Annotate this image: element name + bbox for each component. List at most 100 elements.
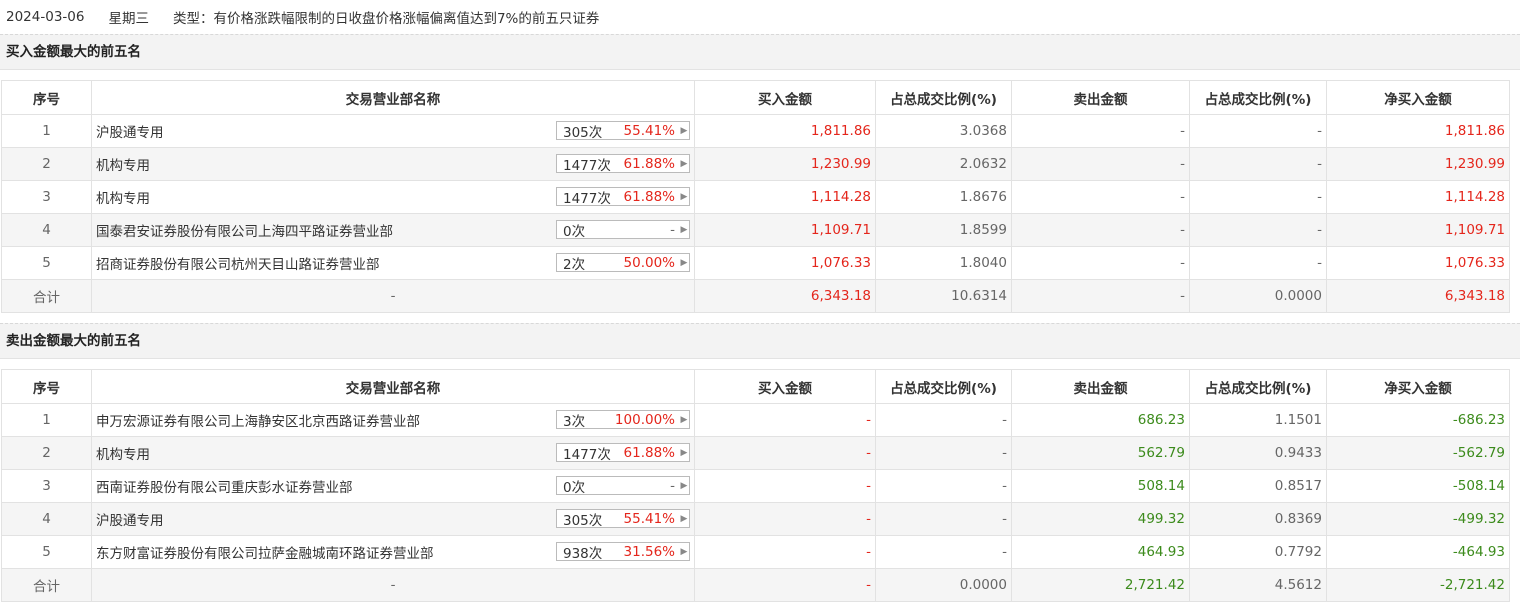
branch-stats-badge[interactable]: 1477次 61.88% ▶ xyxy=(556,443,690,463)
branch-name-link[interactable]: 机构专用 xyxy=(96,158,150,174)
list-type-label: 类型：有价格涨跌幅限制的日收盘价格涨幅偏离值达到7%的前五只证券 xyxy=(172,11,600,27)
branch-name-cell: 西南证券股份有限公司重庆彭水证券营业部 0次 - ▶ xyxy=(91,469,695,503)
chevron-right-icon: ▶ xyxy=(680,480,688,491)
sell-amount: - xyxy=(1011,114,1190,148)
buy-ratio: - xyxy=(875,403,1012,437)
appearance-count: 3次 xyxy=(563,413,586,430)
branch-stats-badge[interactable]: 1477次 61.88% ▶ xyxy=(556,187,690,207)
net-buy-amount: 1,114.28 xyxy=(1326,180,1510,214)
appearance-count: 305次 xyxy=(563,124,603,141)
chevron-right-icon: ▶ xyxy=(680,414,688,425)
table-row: 4 沪股通专用 305次 55.41% ▶ - -499.32 0.8369 -499.32 xyxy=(1,502,1510,536)
total-row: 合计 -6,343.18 10.6314-0.0000 6,343.18 xyxy=(1,279,1510,313)
row-index: 1 xyxy=(1,403,92,437)
total-sell-ratio: 4.5612 xyxy=(1189,568,1327,602)
buy-amount: - xyxy=(694,535,876,569)
row-index: 4 xyxy=(1,213,92,247)
sell-amount: 499.32 xyxy=(1011,502,1190,536)
col-buy-amount: 买入金额 xyxy=(694,80,876,115)
appearance-count: 2次 xyxy=(563,256,586,273)
buy-ratio: 1.8676 xyxy=(875,180,1012,214)
branch-stats-badge[interactable]: 0次 - ▶ xyxy=(556,476,690,496)
branch-name-link[interactable]: 西南证券股份有限公司重庆彭水证券营业部 xyxy=(96,480,353,496)
branch-stats-badge[interactable]: 1477次 61.88% ▶ xyxy=(556,154,690,174)
table-row: 1 沪股通专用 305次 55.41% ▶ 1,811.86 3.0368- -1,811.8… xyxy=(1,114,1510,148)
col-branch-name: 交易营业部名称 xyxy=(91,80,695,115)
branch-name-link[interactable]: 东方财富证券股份有限公司拉萨金融城南环路证券营业部 xyxy=(96,546,434,562)
col-net-buy: 净买入金额 xyxy=(1326,80,1510,115)
table-row: 3 西南证券股份有限公司重庆彭水证券营业部 0次 - ▶ - -508.14 0.8517 -5… xyxy=(1,469,1510,503)
branch-stats-badge[interactable]: 305次 55.41% ▶ xyxy=(556,509,690,529)
chevron-right-icon: ▶ xyxy=(680,447,688,458)
appearance-count: 305次 xyxy=(563,512,603,529)
appearance-count: 938次 xyxy=(563,545,603,562)
sell-amount: - xyxy=(1011,213,1190,247)
win-rate: 31.56% xyxy=(623,543,675,560)
buy-ratio: - xyxy=(875,469,1012,503)
win-rate: 55.41% xyxy=(623,122,675,139)
col-net-buy: 净买入金额 xyxy=(1326,369,1510,404)
row-index: 4 xyxy=(1,502,92,536)
win-rate: 100.00% xyxy=(614,411,675,428)
table-row: 3 机构专用 1477次 61.88% ▶ 1,114.28 1.8676- -1,114.2… xyxy=(1,180,1510,214)
net-buy-amount: -499.32 xyxy=(1326,502,1510,536)
buy-amount: - xyxy=(694,436,876,470)
branch-name-link[interactable]: 机构专用 xyxy=(96,191,150,207)
total-name: - xyxy=(91,568,695,602)
branch-stats-badge[interactable]: 0次 - ▶ xyxy=(556,220,690,240)
buy-ratio: - xyxy=(875,436,1012,470)
buy-amount: - xyxy=(694,403,876,437)
table-row: 4 国泰君安证券股份有限公司上海四平路证券营业部 0次 - ▶ 1,109.71 1.859… xyxy=(1,213,1510,247)
weekday: 星期三 xyxy=(108,11,149,27)
chevron-right-icon: ▶ xyxy=(680,257,688,268)
branch-name-link[interactable]: 国泰君安证券股份有限公司上海四平路证券营业部 xyxy=(96,224,393,240)
chevron-right-icon: ▶ xyxy=(680,125,688,136)
buy-amount: 1,114.28 xyxy=(694,180,876,214)
sell-ratio: 0.9433 xyxy=(1189,436,1327,470)
col-sell-amount: 卖出金额 xyxy=(1011,80,1190,115)
net-buy-amount: -508.14 xyxy=(1326,469,1510,503)
branch-name-link[interactable]: 沪股通专用 xyxy=(96,513,164,529)
sell-amount: 562.79 xyxy=(1011,436,1190,470)
branch-stats-badge[interactable]: 3次 100.00% ▶ xyxy=(556,410,690,430)
total-name: - xyxy=(91,279,695,313)
row-index: 1 xyxy=(1,114,92,148)
total-buy-amount: - xyxy=(694,568,876,602)
total-buy-ratio: 10.6314 xyxy=(875,279,1012,313)
table-row: 1 申万宏源证券有限公司上海静安区北京西路证券营业部 3次 100.00% ▶ - -686… xyxy=(1,403,1510,437)
table-row: 2 机构专用 1477次 61.88% ▶ 1,230.99 2.0632- -1,230.9… xyxy=(1,147,1510,181)
col-index: 序号 xyxy=(1,80,92,115)
branch-name-link[interactable]: 沪股通专用 xyxy=(96,125,164,141)
branch-name-link[interactable]: 招商证券股份有限公司杭州天目山路证券营业部 xyxy=(96,257,380,273)
win-rate: 55.41% xyxy=(623,510,675,527)
sell-amount: - xyxy=(1011,180,1190,214)
win-rate: - xyxy=(670,221,675,238)
buy-amount: - xyxy=(694,502,876,536)
branch-stats-badge[interactable]: 938次 31.56% ▶ xyxy=(556,542,690,562)
appearance-count: 0次 xyxy=(563,223,586,240)
win-rate: 50.00% xyxy=(623,254,675,271)
total-net-buy: -2,721.42 xyxy=(1326,568,1510,602)
chevron-right-icon: ▶ xyxy=(680,191,688,202)
table-row: 2 机构专用 1477次 61.88% ▶ - -562.79 0.9433 -562.79 xyxy=(1,436,1510,470)
branch-stats-badge[interactable]: 2次 50.00% ▶ xyxy=(556,253,690,273)
sell-ratio: - xyxy=(1189,147,1327,181)
branch-name-link[interactable]: 申万宏源证券有限公司上海静安区北京西路证券营业部 xyxy=(96,414,420,430)
buy-amount: 1,076.33 xyxy=(694,246,876,280)
appearance-count: 1477次 xyxy=(563,446,611,463)
sell-ratio: 0.8517 xyxy=(1189,469,1327,503)
buy-ratio: 2.0632 xyxy=(875,147,1012,181)
total-sell-amount: - xyxy=(1011,279,1190,313)
branch-name-cell: 机构专用 1477次 61.88% ▶ xyxy=(91,147,695,181)
sell-top5-table: 序号 交易营业部名称 买入金额 占总成交比例(%) 卖出金额 占总成交比例(%)… xyxy=(1,369,1510,602)
win-rate: 61.88% xyxy=(623,444,675,461)
branch-name-link[interactable]: 机构专用 xyxy=(96,447,150,463)
net-buy-amount: 1,811.86 xyxy=(1326,114,1510,148)
total-row: 合计 - -0.0000 2,721.42 4.5612 -2,721.42 xyxy=(1,568,1510,602)
sell-ratio: - xyxy=(1189,246,1327,280)
branch-stats-badge[interactable]: 305次 55.41% ▶ xyxy=(556,121,690,141)
chevron-right-icon: ▶ xyxy=(680,224,688,235)
col-buy-ratio: 占总成交比例(%) xyxy=(875,80,1012,115)
chevron-right-icon: ▶ xyxy=(680,158,688,169)
row-index: 5 xyxy=(1,535,92,569)
